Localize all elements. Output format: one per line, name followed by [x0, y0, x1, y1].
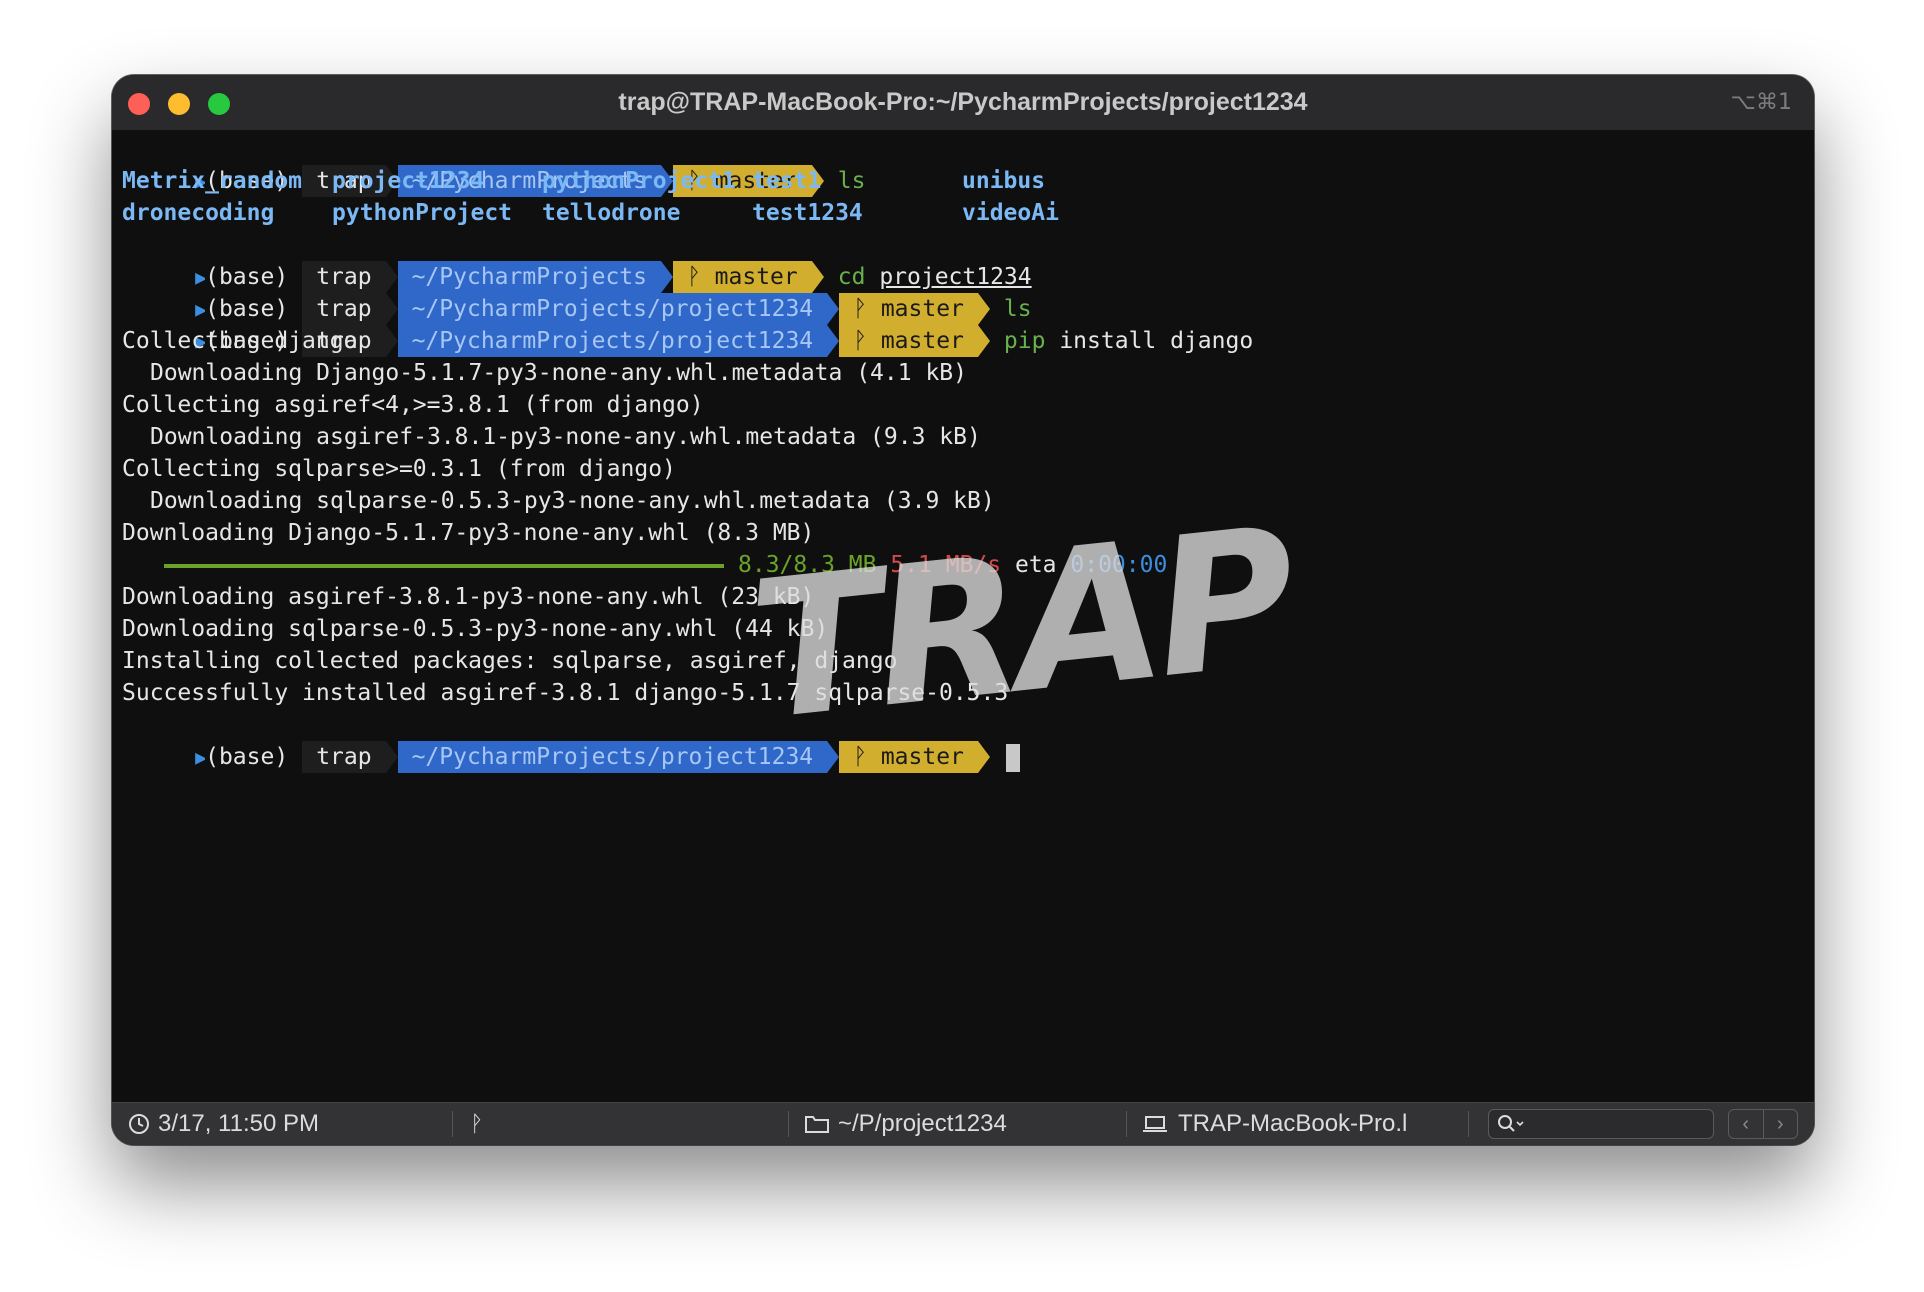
status-git[interactable]: ᚹ	[470, 1103, 483, 1145]
ls-entry: tellodrone	[542, 200, 681, 226]
search-navigation: ‹ ›	[1728, 1109, 1798, 1139]
ls-entry: pythonProject	[332, 200, 513, 226]
ls-entry: pythonProject1	[542, 168, 736, 194]
ls-entry: project1234	[332, 168, 485, 194]
terminal-window: trap@TRAP-MacBook-Pro:~/PycharmProjects/…	[112, 75, 1814, 1145]
ls-entry: test1	[752, 168, 822, 194]
folder-icon	[805, 1116, 829, 1133]
next-match-button[interactable]: ›	[1764, 1110, 1798, 1138]
output-line: Collecting asgiref<4,>=3.8.1 (from djang…	[122, 392, 704, 418]
output-line: Downloading Django-5.1.7-py3-none-any.wh…	[150, 360, 967, 386]
directory-text: ~/P/project1234	[838, 1110, 1007, 1137]
clock-icon	[129, 1114, 149, 1134]
prompt-user: trap	[302, 741, 386, 773]
prompt-line: ▶ (base) trap ~/PycharmProjects ᚹ master…	[112, 229, 1814, 293]
laptop-icon	[1143, 1116, 1167, 1132]
host-text: TRAP-MacBook-Pro.l	[1178, 1110, 1408, 1137]
status-divider	[1126, 1111, 1127, 1137]
output-line: Collecting sqlparse>=0.3.1 (from django)	[122, 456, 676, 482]
prompt-caret-icon: ▶	[195, 745, 208, 769]
previous-match-button[interactable]: ‹	[1729, 1110, 1764, 1138]
ls-entry: dronecoding	[122, 200, 275, 226]
status-host[interactable]: TRAP-MacBook-Pro.l	[1142, 1103, 1407, 1145]
conda-env: (base)	[205, 741, 303, 773]
status-directory[interactable]: ~/P/project1234	[804, 1103, 1007, 1145]
segment-separator-icon	[385, 741, 398, 773]
status-bar: 3/17, 11:50 PM ᚹ ~/P/project1234 TRAP-Ma…	[112, 1102, 1814, 1145]
prompt-line: ▶ (base) trap ~/PycharmProjects/project1…	[112, 293, 1814, 357]
text-cursor[interactable]	[1005, 743, 1020, 772]
trap-watermark-logo: TRAP	[741, 486, 1301, 763]
output-line: Downloading sqlparse-0.5.3-py3-none-any.…	[150, 488, 995, 514]
ls-entry: unibus	[962, 168, 1046, 194]
datetime-text: 3/17, 11:50 PM	[158, 1110, 319, 1137]
prompt-line: ▶ (base) trap ~/PycharmProjects/project1…	[112, 261, 1814, 325]
terminal-content[interactable]: ▶ (base) trap ~/PycharmProjects ᚹ master…	[112, 130, 1814, 1103]
segment-separator-icon	[977, 741, 990, 773]
status-datetime: 3/17, 11:50 PM	[128, 1103, 319, 1145]
progress-bar	[164, 564, 724, 568]
search-icon	[1498, 1115, 1524, 1132]
output-line: Collecting django	[122, 328, 358, 354]
prompt-line: ▶ (base) trap ~/PycharmProjects ᚹ master…	[112, 133, 1814, 197]
search-input[interactable]	[1488, 1109, 1714, 1139]
ls-output-row: Metrix_random project1234 pythonProject1 te…	[112, 165, 1814, 197]
output-line: Downloading asgiref-3.8.1-py3-none-any.w…	[150, 424, 981, 450]
status-divider	[1468, 1111, 1469, 1137]
window-title: trap@TRAP-MacBook-Pro:~/PycharmProjects/…	[618, 88, 1308, 116]
ls-entry: videoAi	[962, 200, 1059, 226]
tab-shortcut-label: ⌥⌘1	[1730, 90, 1792, 115]
git-branch-icon: ᚹ	[470, 1111, 484, 1136]
status-divider	[788, 1111, 789, 1137]
title-bar: trap@TRAP-MacBook-Pro:~/PycharmProjects/…	[112, 75, 1814, 131]
ls-output-row: dronecoding pythonProject tellodrone test12…	[112, 197, 1814, 229]
ls-entry: Metrix_random	[122, 168, 303, 194]
ls-entry: test1234	[752, 200, 863, 226]
status-divider	[452, 1111, 453, 1137]
